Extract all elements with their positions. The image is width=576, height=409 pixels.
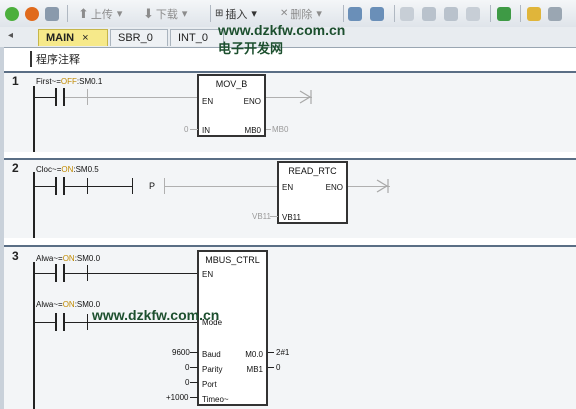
tab-int0[interactable]: INT_0 [170, 29, 224, 46]
power-rail [33, 86, 35, 152]
done-pin: M0.0 [245, 350, 263, 359]
compile-button[interactable] [45, 5, 59, 22]
watermark-middle: www.dzkfw.com.cn [92, 307, 220, 323]
contact-clock[interactable] [55, 177, 57, 195]
tab-sbr0[interactable]: SBR_0 [110, 29, 168, 46]
network-3-number: 3 [12, 249, 19, 263]
en-pin: EN [202, 270, 214, 279]
contact-always-on-1[interactable] [55, 264, 57, 282]
box-icon [400, 6, 414, 21]
network-icon [348, 6, 362, 21]
stop-button[interactable] [25, 5, 39, 22]
network-button-1[interactable] [348, 5, 362, 22]
download-label: 下载 [155, 8, 178, 21]
tool-button-4[interactable] [466, 5, 480, 22]
t-pin: VB11 [282, 213, 301, 222]
insert-button[interactable]: ⊞ 插入 ▾ [215, 5, 257, 22]
out-value[interactable]: MB0 [272, 125, 288, 134]
compile-icon [45, 6, 59, 21]
contact-always-on-2[interactable] [55, 313, 57, 331]
tool-icon [548, 6, 562, 21]
box-icon [422, 6, 436, 21]
done-value[interactable]: 2#1 [276, 348, 289, 357]
lock-icon [527, 6, 541, 21]
delete-label: 删除 [290, 8, 313, 21]
network-1-number: 1 [12, 74, 19, 88]
mbus-ctrl-box[interactable]: MBUS_CTRL EN Mode Baud Parity Port Timeo… [197, 250, 268, 406]
power-rail [33, 262, 35, 409]
download-icon: ⬇ [143, 5, 154, 21]
read-rtc-box[interactable]: READ_RTC EN ENO VB11 [277, 161, 348, 224]
network-2-header[interactable] [4, 158, 576, 160]
tab-sbr0-label: SBR_0 [118, 32, 153, 44]
stop-icon [25, 6, 39, 21]
network-3 [4, 245, 576, 409]
timeout-value[interactable]: +1000 [166, 393, 188, 402]
en-pin: EN [202, 97, 214, 106]
upload-icon: ⬆ [78, 5, 89, 21]
en-pin: EN [282, 183, 294, 192]
pulse-p[interactable]: P [149, 181, 155, 191]
mov-b-title: MOV_B [215, 79, 248, 89]
watermark-top-sub: 电子开发网 [218, 41, 284, 56]
box-icon [444, 6, 458, 21]
eno-pin: ENO [325, 183, 343, 192]
port-pin: Port [202, 380, 217, 389]
power-rail [33, 172, 35, 238]
in-pin: IN [202, 126, 210, 135]
out-pin: MB0 [244, 126, 261, 135]
contact-label: Alwa~=ON:SM0.0 [36, 254, 101, 263]
go-icon [497, 6, 511, 21]
network-button-2[interactable] [370, 5, 384, 22]
box-icon [466, 6, 480, 21]
insert-label: 插入 [225, 8, 248, 21]
coil-arrow-icon [376, 179, 389, 193]
tab-main-label: MAIN [46, 32, 75, 44]
run-icon [5, 6, 19, 21]
tab-int0-label: INT_0 [178, 32, 208, 44]
network-3-header[interactable] [4, 245, 576, 247]
parity-value[interactable]: 0 [185, 363, 189, 372]
contact-label: Cloc~=ON:SM0.5 [36, 165, 99, 174]
network-2-number: 2 [12, 161, 19, 175]
read-rtc-title: READ_RTC [288, 166, 337, 176]
upload-label: 上传 [90, 8, 113, 21]
network-icon [370, 6, 384, 21]
delete-button[interactable]: ✕ 删除 ▾ [280, 5, 322, 22]
t-value[interactable]: VB11 [252, 212, 271, 221]
watermark-top: www.dzkfw.com.cn [218, 22, 346, 38]
baud-pin: Baud [202, 350, 221, 359]
error-pin: MB1 [246, 365, 263, 374]
tool-button-3[interactable] [444, 5, 458, 22]
in-value[interactable]: 0 [184, 125, 188, 134]
go-button[interactable] [497, 5, 511, 22]
tool-button-1[interactable] [400, 5, 414, 22]
contact-label: Alwa~=ON:SM0.0 [36, 300, 101, 309]
tool-button-5[interactable] [548, 5, 562, 22]
baud-value[interactable]: 9600 [172, 348, 190, 357]
run-button[interactable] [5, 5, 19, 22]
tool-button-2[interactable] [422, 5, 436, 22]
contact-first-scan[interactable] [55, 88, 57, 106]
parity-pin: Parity [202, 365, 223, 374]
contact-label: First~=OFF:SM0.1 [36, 77, 103, 86]
error-value[interactable]: 0 [276, 363, 280, 372]
delete-icon: ✕ [280, 8, 289, 19]
timeout-pin: Timeo~ [202, 395, 229, 404]
close-icon[interactable]: × [82, 32, 88, 44]
coil-arrow-icon [299, 90, 312, 104]
tab-main[interactable]: MAIN × [38, 29, 108, 46]
lock-button[interactable] [527, 5, 541, 22]
mbus-ctrl-title: MBUS_CTRL [205, 255, 260, 265]
program-comment[interactable]: 程序注释 [30, 51, 80, 67]
mov-b-box[interactable]: MOV_B EN ENO IN MB0 [197, 74, 266, 137]
network-1-header[interactable] [4, 71, 576, 73]
tab-scroll-left-icon[interactable]: ◂ [8, 30, 13, 41]
download-button[interactable]: ⬇ 下载 ▾ [143, 5, 187, 22]
eno-pin: ENO [243, 97, 261, 106]
insert-icon: ⊞ [215, 8, 224, 19]
upload-button[interactable]: ⬆ 上传 ▾ [78, 5, 122, 22]
port-value[interactable]: 0 [185, 378, 189, 387]
